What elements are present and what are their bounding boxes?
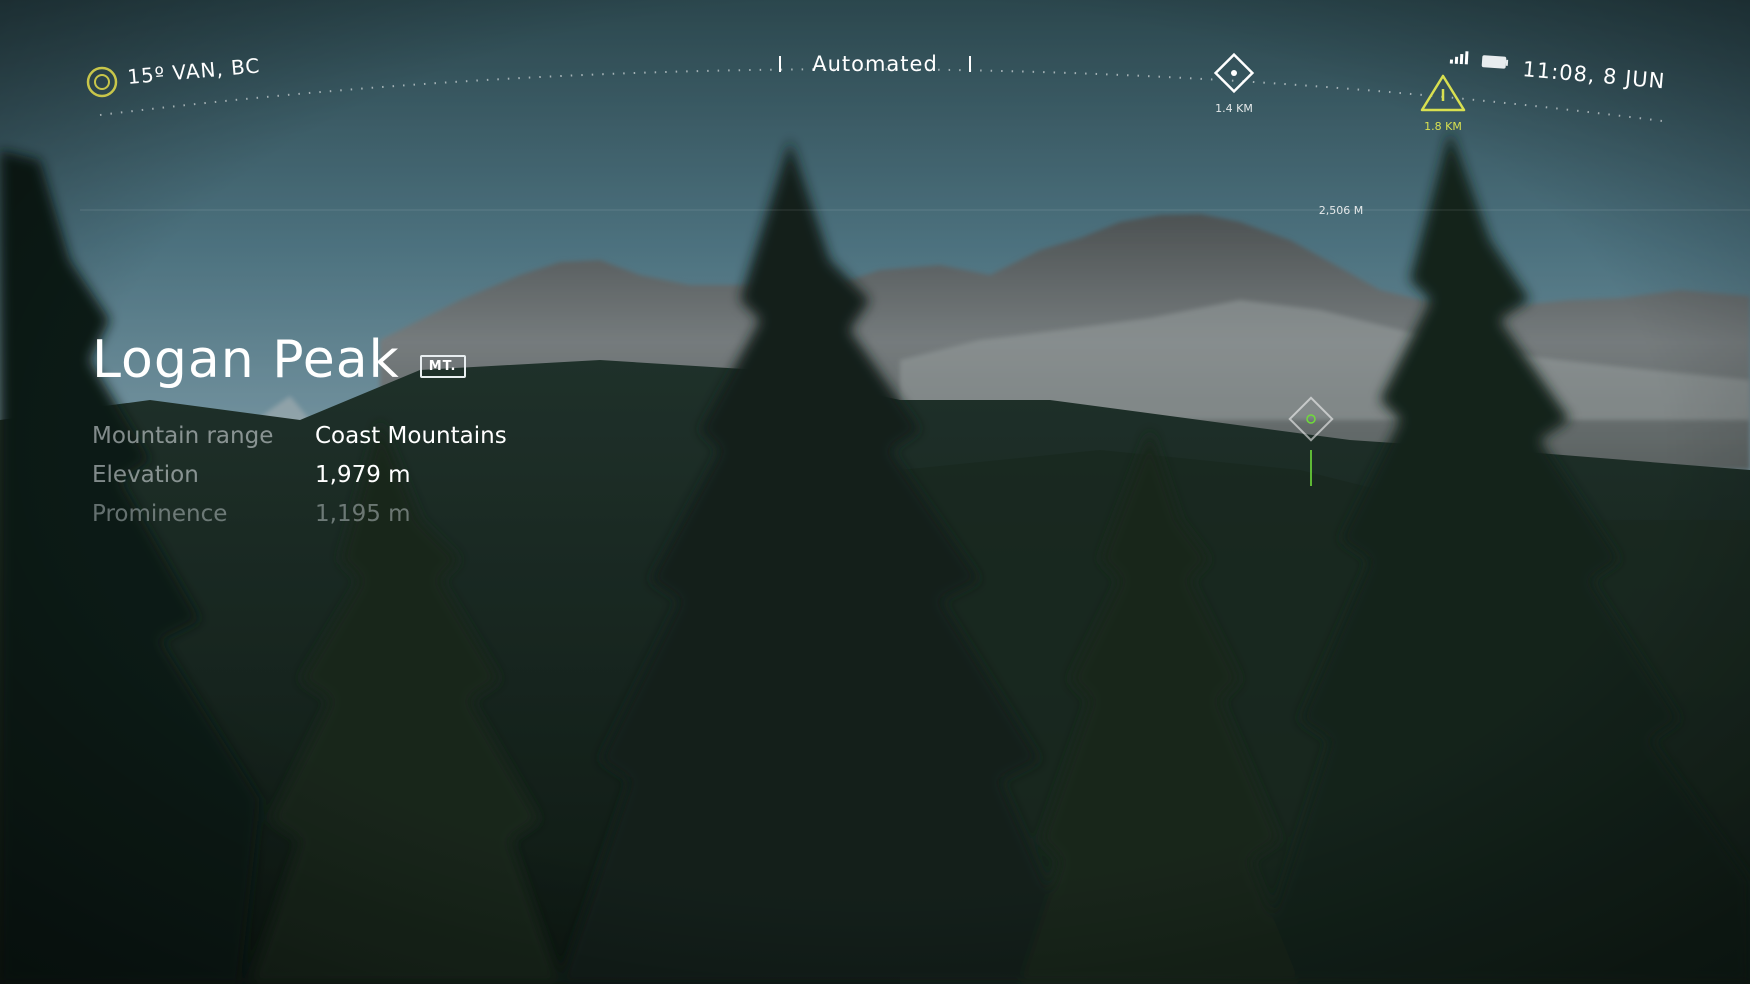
- peak-type-badge: MT.: [419, 354, 466, 378]
- warning-distance: 1.8 KM: [1424, 120, 1462, 133]
- waypoint-marker[interactable]: 1.4 KM: [1213, 52, 1255, 115]
- peak-title-row: Logan Peak MT.: [92, 330, 507, 390]
- peak-location-pin[interactable]: [1288, 396, 1334, 486]
- peak-name: Logan Peak: [92, 330, 400, 390]
- detail-label: Prominence: [92, 500, 228, 527]
- sun-ring-icon: [86, 66, 118, 98]
- waypoint-diamond-icon: [1213, 52, 1255, 94]
- detail-label: Mountain range: [92, 422, 274, 449]
- signal-bars-icon: [1449, 51, 1469, 65]
- clock-date: 11:08, 8 JUN: [1522, 57, 1667, 93]
- detail-row-mountain-range: Mountain range Coast Mountains: [92, 416, 507, 455]
- battery-icon: [1481, 55, 1509, 69]
- detail-value: Coast Mountains: [315, 422, 507, 449]
- waypoint-distance: 1.4 KM: [1215, 102, 1253, 115]
- detail-row-prominence: Prominence 1,195 m: [92, 494, 507, 533]
- weather-widget: 15º VAN, BC: [86, 53, 261, 98]
- warning-triangle-icon: [1420, 74, 1466, 112]
- peak-info-panel: Logan Peak MT. Mountain range Coast Moun…: [92, 330, 507, 533]
- detail-label: Elevation: [92, 461, 199, 488]
- warning-marker[interactable]: 1.8 KM: [1420, 74, 1466, 133]
- horizon-arc: [99, 68, 1671, 123]
- detail-row-elevation: Elevation 1,979 m: [92, 455, 507, 494]
- detail-value: 1,195 m: [315, 500, 411, 527]
- drive-mode-label: Automated: [812, 52, 938, 76]
- weather-text: 15º VAN, BC: [126, 53, 261, 89]
- detail-value: 1,979 m: [315, 461, 411, 488]
- altitude-marker: 2,506 M: [1319, 204, 1363, 217]
- peak-details: Mountain range Coast Mountains Elevation…: [92, 416, 507, 533]
